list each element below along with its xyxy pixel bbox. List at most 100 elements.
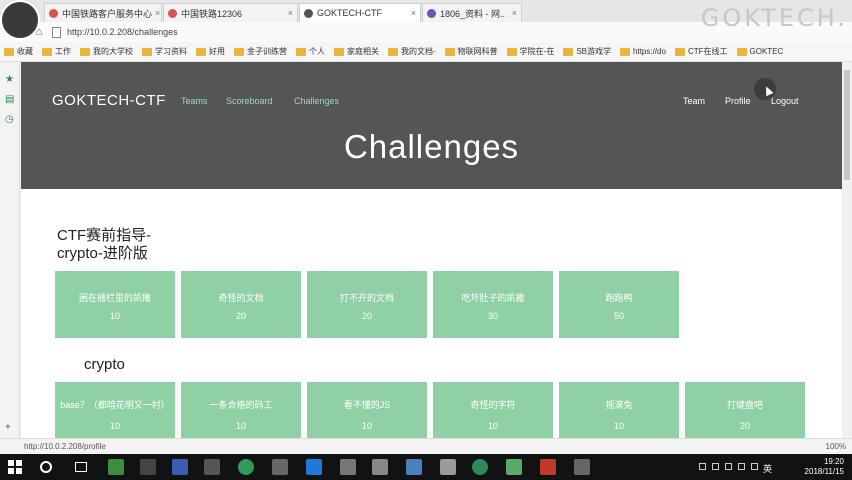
app-icon[interactable] [472, 459, 488, 475]
app-icon[interactable] [272, 459, 288, 475]
section-title: crypto [84, 356, 125, 373]
tray-icon[interactable] [699, 463, 706, 470]
folder-icon [4, 47, 14, 56]
tab-title: GOKTECH-CTF [317, 8, 382, 18]
browser-tab-active[interactable]: GOKTECH-CTF × [299, 3, 421, 22]
app-icon[interactable] [372, 459, 388, 475]
challenge-card[interactable]: 吃坏肚子的凯撒 30 [433, 271, 553, 338]
browser-app-icon[interactable] [238, 459, 254, 475]
tray-icon[interactable] [751, 463, 758, 470]
taskbar-clock[interactable]: 19:20 2018/11/15 [805, 457, 844, 477]
nav-scoreboard[interactable]: Scoreboard [226, 96, 273, 106]
bookmark-item[interactable]: 家庭相关 [334, 46, 379, 57]
bookmark-item[interactable]: 个人 [296, 46, 325, 57]
close-icon[interactable]: × [509, 8, 517, 18]
url-field[interactable]: http://10.0.2.208/challenges [67, 27, 178, 37]
folder-icon [674, 47, 685, 56]
nav-teams[interactable]: Teams [181, 96, 208, 106]
bookmark-label: 我的文档- [401, 47, 436, 56]
challenge-name: 打键盘吧 [726, 400, 763, 410]
app-icon[interactable] [204, 459, 220, 475]
app-icon[interactable] [306, 459, 322, 475]
close-icon[interactable]: × [408, 8, 416, 18]
challenge-points: 10 [109, 311, 120, 321]
bookmark-item[interactable]: GOKTEC [736, 47, 783, 56]
app-icon[interactable] [540, 459, 556, 475]
zoom-level[interactable]: 100% [826, 442, 846, 451]
close-icon[interactable]: × [152, 8, 160, 18]
app-icon[interactable] [506, 459, 522, 475]
nav-logout[interactable]: Logout [771, 96, 799, 106]
app-icon[interactable] [440, 459, 456, 475]
challenge-card[interactable]: 奇怪的字符 10 [433, 382, 553, 438]
clock-date: 2018/11/15 [804, 467, 844, 476]
browser-tab[interactable]: 1806_资料 - 网.. × [422, 3, 522, 22]
star-icon[interactable]: ★ [5, 74, 14, 85]
bookmark-item[interactable]: 学习资料 [142, 46, 187, 57]
add-icon[interactable]: + [5, 422, 11, 433]
nav-profile[interactable]: Profile [725, 96, 751, 106]
app-icon[interactable] [172, 459, 188, 475]
challenge-points: 20 [739, 421, 750, 431]
bookmark-item[interactable]: 我的文档- [388, 46, 436, 57]
app-icon[interactable] [340, 459, 356, 475]
challenge-name: base？（都暗花明又一村） [60, 400, 170, 410]
app-icon[interactable] [574, 459, 590, 475]
challenge-name: 一条合格的码工 [209, 400, 273, 410]
challenge-card[interactable]: base？（都暗花明又一村） 10 [55, 382, 175, 438]
section-title: CTF赛前指导- crypto-进阶版 [57, 227, 151, 263]
challenge-card[interactable]: 打键盘吧 20 [685, 382, 805, 438]
nav-challenges[interactable]: Challenges [294, 96, 339, 106]
challenge-points: 20 [235, 311, 246, 321]
bookmark-item[interactable]: 收藏 [4, 46, 33, 57]
app-icon[interactable] [140, 459, 156, 475]
challenge-card[interactable]: 一条合格的码工 10 [181, 382, 301, 438]
tab-favicon-icon [427, 8, 436, 18]
challenge-name: 奇怪的字符 [470, 400, 516, 410]
bookmark-item[interactable]: https://do [620, 47, 666, 56]
scrollbar-thumb[interactable] [844, 70, 850, 180]
challenge-card[interactable]: 看不懂的JS 10 [307, 382, 427, 438]
history-icon[interactable]: ◷ [5, 114, 14, 125]
bookmark-label: 金子训练营 [247, 47, 287, 56]
user-avatar[interactable] [0, 0, 40, 40]
tray-icon[interactable] [725, 463, 732, 470]
bookmark-item[interactable]: CTF在线工 [674, 46, 728, 57]
browser-tab[interactable]: 中国铁路客户服务中心 × [44, 3, 162, 22]
app-icon[interactable] [108, 459, 124, 475]
tray-icon[interactable] [712, 463, 719, 470]
challenge-card[interactable]: 摇滚兔 10 [559, 382, 679, 438]
bookmark-item[interactable]: 物联网科普 [444, 46, 498, 57]
bookmark-item[interactable]: 我的大学校 [80, 46, 133, 57]
challenge-card[interactable]: 困在栅栏里的凯撒 10 [55, 271, 175, 338]
app-icon[interactable] [406, 459, 422, 475]
folder-icon [620, 47, 631, 56]
task-view-icon[interactable] [75, 462, 87, 472]
windows-start-icon[interactable] [8, 460, 22, 474]
browser-tab[interactable]: 中国铁路12306 × [163, 3, 298, 22]
bookmark-label: 物联网科普 [457, 47, 498, 56]
challenge-card[interactable]: 奇怪的文档 20 [181, 271, 301, 338]
bookmark-item[interactable]: 金子训练营 [234, 46, 287, 57]
bookmark-item[interactable]: 学院在-在 [506, 46, 554, 57]
bookmark-label: SB游戏学 [576, 47, 612, 56]
input-language[interactable]: 英 [763, 462, 772, 475]
windows-taskbar: 英 19:20 2018/11/15 [0, 454, 852, 480]
site-brand[interactable]: GOKTECH-CTF [52, 92, 166, 109]
bookmark-item[interactable]: 工作 [42, 46, 71, 57]
browser-sidebar: ★ ▤ ◷ + [0, 62, 20, 438]
vertical-scrollbar[interactable] [842, 62, 852, 438]
page-title: Challenges [343, 128, 520, 165]
search-circle-icon[interactable] [40, 461, 52, 473]
bookmark-item[interactable]: SB游戏学 [563, 46, 611, 57]
nav-team[interactable]: Team [683, 96, 705, 106]
tray-icon[interactable] [738, 463, 745, 470]
bookmark-item[interactable]: 好用 [196, 46, 225, 57]
challenge-card[interactable]: 跑跑鸭 50 [559, 271, 679, 338]
close-icon[interactable]: × [285, 8, 293, 18]
folder-icon [736, 47, 747, 56]
reader-icon[interactable]: ▤ [5, 94, 14, 105]
challenge-name: 困在栅栏里的凯撒 [78, 293, 151, 303]
status-url: http://10.0.2.208/profile [24, 442, 106, 451]
challenge-card[interactable]: 打不开的文档 20 [307, 271, 427, 338]
